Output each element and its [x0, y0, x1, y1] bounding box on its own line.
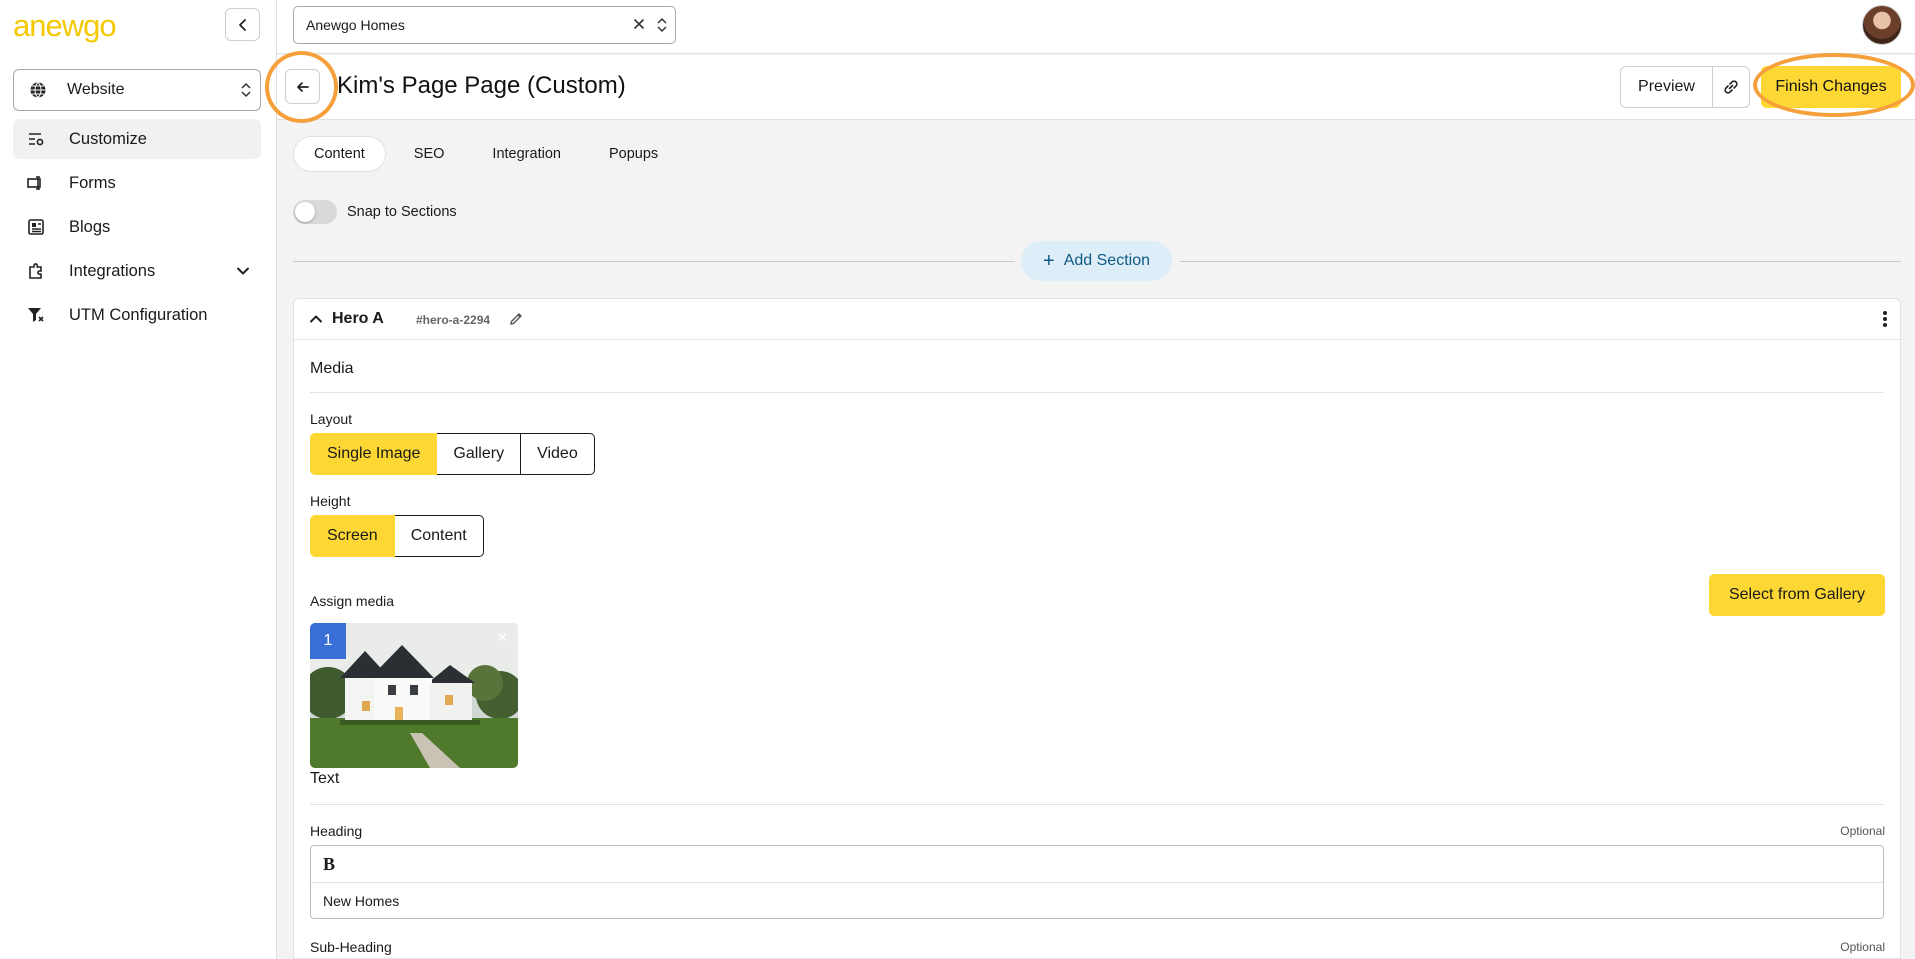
- add-section-button[interactable]: + Add Section: [1021, 241, 1172, 281]
- sidebar-item-blogs[interactable]: Blogs: [13, 207, 261, 247]
- clear-icon[interactable]: [631, 16, 647, 32]
- sidebar-item-label: Blogs: [69, 217, 111, 236]
- top-bar: Anewgo Homes: [277, 0, 1915, 54]
- add-section-label: Add Section: [1063, 252, 1150, 269]
- sidebar-item-label: Customize: [69, 129, 147, 148]
- page-header: Kim's Page Page (Custom) Preview Finish …: [277, 55, 1915, 120]
- height-option-content[interactable]: Content: [394, 515, 484, 557]
- layout-option-gallery[interactable]: Gallery: [437, 433, 522, 475]
- subheading-label: Sub-Heading: [310, 939, 392, 955]
- editor-toolbar: B: [311, 846, 1883, 883]
- media-heading: Media: [310, 360, 354, 377]
- snap-label: Snap to Sections: [347, 204, 457, 220]
- divider: [293, 261, 1015, 262]
- media-thumbnail[interactable]: 1 ✕: [310, 623, 518, 768]
- assign-media-label: Assign media: [310, 593, 395, 609]
- arrow-left-icon: [296, 81, 309, 92]
- site-select[interactable]: Website: [13, 69, 261, 111]
- pencil-icon[interactable]: [508, 311, 524, 327]
- sidebar-item-label: Integrations: [69, 261, 156, 280]
- tab-seo[interactable]: SEO: [394, 136, 465, 172]
- heading-input[interactable]: New Homes: [311, 883, 1883, 919]
- globe-icon: [30, 82, 46, 98]
- anewgo-logo[interactable]: anewgo: [13, 8, 117, 44]
- divider: [310, 804, 1884, 805]
- newspaper-icon: [28, 219, 44, 235]
- site-select-label: Website: [67, 81, 125, 98]
- back-button[interactable]: [285, 69, 320, 104]
- toggle-knob: [295, 202, 315, 222]
- optional-label: Optional: [1840, 940, 1885, 954]
- tab-content[interactable]: Content: [293, 136, 386, 172]
- filter-icon: [28, 308, 44, 322]
- height-option-screen[interactable]: Screen: [310, 515, 395, 557]
- section-name: Hero A: [332, 310, 384, 327]
- snap-toggle[interactable]: [293, 200, 337, 224]
- sliders-icon: [29, 133, 44, 146]
- section-anchor: #hero-a-2294: [416, 313, 491, 327]
- sidebar-item-customize[interactable]: Customize: [13, 119, 261, 159]
- tab-popups[interactable]: Popups: [589, 136, 678, 172]
- account-select-value: Anewgo Homes: [306, 17, 405, 33]
- optional-label: Optional: [1840, 824, 1885, 838]
- section-card-header[interactable]: Hero A #hero-a-2294: [294, 299, 1900, 340]
- layout-option-single-image[interactable]: Single Image: [310, 433, 438, 475]
- preview-button[interactable]: Preview: [1620, 66, 1713, 108]
- heading-editor[interactable]: B New Homes: [310, 845, 1884, 919]
- media-index-badge: 1: [310, 623, 346, 659]
- height-label: Height: [310, 493, 351, 509]
- puzzle-icon: [29, 263, 42, 279]
- link-icon: [1724, 80, 1738, 94]
- plus-icon: +: [1043, 250, 1055, 272]
- bold-button[interactable]: B: [323, 854, 335, 875]
- divider: [310, 392, 1884, 393]
- remove-media-icon[interactable]: ✕: [496, 629, 508, 646]
- sidebar-item-forms[interactable]: Forms: [13, 163, 261, 203]
- sidebar-item-utm-configuration[interactable]: UTM Configuration: [13, 295, 261, 335]
- text-heading: Text: [310, 770, 340, 787]
- snap-to-sections: Snap to Sections: [293, 200, 457, 224]
- page-title: Kim's Page Page (Custom): [337, 72, 626, 99]
- account-select[interactable]: Anewgo Homes: [293, 6, 676, 44]
- sidebar: anewgo Website Customize Forms Blogs Int…: [0, 0, 277, 959]
- chevron-up-icon[interactable]: [309, 312, 323, 326]
- chevron-left-icon: [238, 18, 246, 31]
- layout-segmented-control: Single Image Gallery Video: [310, 433, 595, 475]
- layout-option-video[interactable]: Video: [521, 433, 595, 475]
- collapse-sidebar-button[interactable]: [225, 8, 260, 41]
- chevron-updown-icon: [657, 17, 667, 33]
- select-from-gallery-button[interactable]: Select from Gallery: [1709, 574, 1885, 616]
- user-avatar[interactable]: [1862, 5, 1902, 45]
- heading-label: Heading: [310, 823, 363, 839]
- layout-label: Layout: [310, 411, 353, 427]
- height-segmented-control: Screen Content: [310, 515, 484, 557]
- sidebar-item-integrations[interactable]: Integrations: [13, 251, 261, 291]
- copy-link-button[interactable]: [1712, 66, 1750, 108]
- chevron-updown-icon: [241, 82, 251, 98]
- finish-changes-button[interactable]: Finish Changes: [1761, 66, 1901, 108]
- sidebar-item-label: UTM Configuration: [69, 305, 208, 324]
- tab-integration[interactable]: Integration: [472, 136, 581, 172]
- form-icon: [27, 176, 41, 190]
- tab-bar: Content SEO Integration Popups: [293, 136, 686, 172]
- chevron-down-icon[interactable]: [235, 263, 251, 279]
- more-vertical-icon[interactable]: [1882, 310, 1888, 328]
- sidebar-item-label: Forms: [69, 173, 116, 192]
- section-card: Hero A #hero-a-2294 Media Layout Single …: [293, 298, 1901, 959]
- divider: [1180, 261, 1901, 262]
